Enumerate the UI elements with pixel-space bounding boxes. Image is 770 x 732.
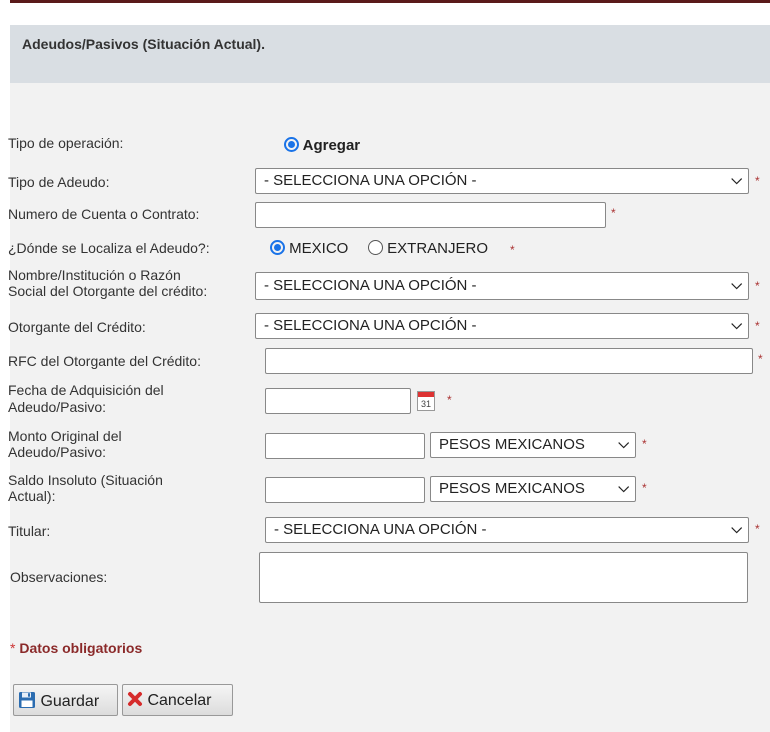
- cancel-button[interactable]: Cancelar: [122, 684, 233, 716]
- required-mark: *: [755, 522, 760, 536]
- saldo-currency-select[interactable]: PESOS MEXICANOS ⌵: [430, 476, 636, 502]
- titular-select[interactable]: - SELECCIONA UNA OPCIÓN - ⌵: [265, 517, 749, 543]
- titular-value: - SELECCIONA UNA OPCIÓN -: [274, 521, 487, 538]
- numero-cuenta-input[interactable]: [255, 202, 606, 228]
- fecha-input[interactable]: [265, 388, 411, 414]
- nombre-institucion-select[interactable]: - SELECCIONA UNA OPCIÓN - ⌵: [255, 272, 749, 300]
- top-border: [10, 0, 770, 10]
- required-mark: *: [755, 279, 760, 293]
- x-mark-icon: [128, 692, 142, 706]
- required-mark: *: [611, 206, 616, 220]
- radio-agregar-label: Agregar: [302, 137, 361, 154]
- required-note-text: Datos obligatorios: [19, 640, 143, 656]
- fecha-label-1: Fecha de Adquisición del: [8, 382, 164, 398]
- tipo-operacion-label: Tipo de operación:: [8, 135, 124, 151]
- chevron-down-icon: ⌵: [731, 520, 742, 536]
- radio-mexico-label: MEXICO: [289, 240, 349, 257]
- required-mark: *: [758, 352, 763, 366]
- required-mark: *: [642, 481, 647, 495]
- save-button-label: Guardar: [40, 693, 100, 710]
- chevron-down-icon: ⌵: [618, 435, 629, 451]
- titular-label: Titular:: [8, 523, 51, 539]
- chevron-down-icon: ⌵: [618, 479, 629, 495]
- observaciones-textarea[interactable]: [259, 552, 748, 603]
- nombre-institucion-label-2: Social del Otorgante del crédito:: [8, 283, 208, 299]
- monto-label-1: Monto Original del: [8, 428, 122, 444]
- radio-mexico-indicator[interactable]: [270, 240, 285, 255]
- radio-agregar-indicator[interactable]: [284, 137, 299, 152]
- otorgante-label: Otorgante del Crédito:: [8, 319, 146, 335]
- radio-extranjero-indicator[interactable]: [368, 240, 383, 255]
- save-button[interactable]: Guardar: [13, 684, 118, 716]
- required-mark: *: [755, 174, 760, 188]
- required-mark: *: [447, 393, 452, 407]
- nombre-institucion-value: - SELECCIONA UNA OPCIÓN -: [264, 277, 477, 294]
- floppy-disk-icon: [19, 692, 35, 708]
- saldo-input[interactable]: [265, 477, 425, 503]
- chevron-down-icon: ⌵: [731, 171, 742, 187]
- chevron-down-icon: ⌵: [731, 316, 742, 332]
- radio-extranjero-label: EXTRANJERO: [387, 240, 489, 257]
- tipo-adeudo-value: - SELECCIONA UNA OPCIÓN -: [264, 172, 477, 189]
- required-note: * Datos obligatorios: [10, 640, 142, 656]
- monto-input[interactable]: [265, 433, 425, 459]
- fecha-label-2: Adeudo/Pasivo:: [8, 399, 107, 415]
- rfc-label: RFC del Otorgante del Crédito:: [8, 353, 201, 369]
- form-panel: Adeudos/Pasivos (Situación Actual).: [10, 25, 770, 732]
- saldo-label-2: Actual):: [8, 488, 56, 504]
- panel-header: Adeudos/Pasivos (Situación Actual).: [10, 25, 770, 83]
- tipo-adeudo-label: Tipo de Adeudo:: [8, 174, 110, 190]
- tipo-adeudo-select[interactable]: - SELECCIONA UNA OPCIÓN - ⌵: [255, 168, 749, 194]
- radio-agregar[interactable]: Agregar: [284, 137, 360, 154]
- otorgante-select[interactable]: - SELECCIONA UNA OPCIÓN - ⌵: [255, 313, 749, 339]
- required-mark: *: [755, 319, 760, 333]
- calendar-day: 31: [420, 399, 431, 409]
- localiza-label: ¿Dónde se Localiza el Adeudo?:: [8, 240, 210, 256]
- monto-label-2: Adeudo/Pasivo:: [8, 444, 107, 460]
- radio-extranjero[interactable]: EXTRANJERO: [368, 240, 488, 257]
- calendar-icon[interactable]: 31: [417, 391, 435, 411]
- saldo-label-1: Saldo Insoluto (Situación: [8, 472, 163, 488]
- chevron-down-icon: ⌵: [731, 276, 742, 292]
- numero-cuenta-label: Numero de Cuenta o Contrato:: [8, 206, 200, 222]
- monto-currency-select[interactable]: PESOS MEXICANOS ⌵: [430, 432, 636, 458]
- required-mark: *: [642, 437, 647, 451]
- rfc-input[interactable]: [265, 348, 753, 374]
- observaciones-label: Observaciones:: [10, 569, 108, 585]
- cancel-button-label: Cancelar: [147, 692, 212, 709]
- panel-title: Adeudos/Pasivos (Situación Actual).: [22, 36, 265, 52]
- monto-currency-value: PESOS MEXICANOS: [439, 436, 585, 453]
- radio-mexico[interactable]: MEXICO: [270, 240, 348, 257]
- saldo-currency-value: PESOS MEXICANOS: [439, 480, 585, 497]
- otorgante-value: - SELECCIONA UNA OPCIÓN -: [264, 317, 477, 334]
- required-note-mark: *: [10, 640, 16, 656]
- required-mark: *: [510, 243, 515, 257]
- nombre-institucion-label-1: Nombre/Institución o Razón: [8, 267, 181, 283]
